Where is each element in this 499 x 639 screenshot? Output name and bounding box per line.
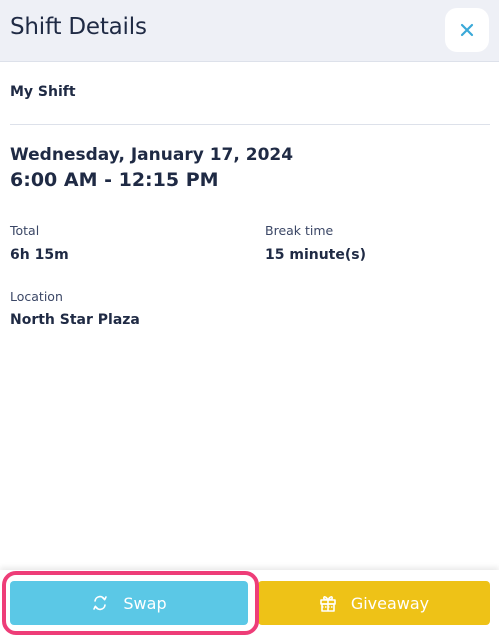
break-time-value: 15 minute(s) <box>265 247 366 263</box>
shift-time-range: 6:00 AM - 12:15 PM <box>10 169 219 191</box>
location-value: North Star Plaza <box>10 312 140 328</box>
shift-date: Wednesday, January 17, 2024 <box>10 145 294 165</box>
swap-button[interactable]: Swap <box>10 581 248 625</box>
header-bar: Shift Details <box>0 0 499 62</box>
page-title: Shift Details <box>10 14 147 40</box>
swap-label: Swap <box>123 593 167 613</box>
close-icon <box>460 23 474 37</box>
divider <box>10 124 490 125</box>
gift-icon <box>319 593 337 613</box>
location-label: Location <box>10 289 63 304</box>
break-time-label: Break time <box>265 223 334 238</box>
close-button[interactable] <box>445 8 489 52</box>
total-value: 6h 15m <box>10 247 69 263</box>
shift-name: My Shift <box>10 84 76 100</box>
swap-arrows-icon <box>91 594 109 612</box>
giveaway-label: Giveaway <box>350 593 430 613</box>
giveaway-button[interactable]: Giveaway <box>258 581 490 625</box>
total-label: Total <box>10 223 40 238</box>
